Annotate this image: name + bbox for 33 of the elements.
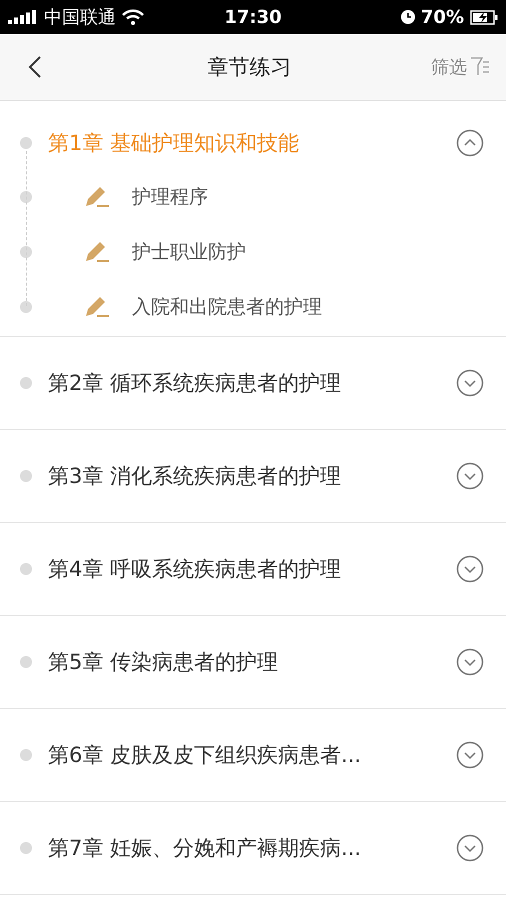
- chapter-title[interactable]: 第5章 传染病患者的护理: [48, 648, 456, 676]
- expand-button[interactable]: [456, 555, 484, 583]
- carrier-name: 中国联通: [44, 6, 116, 29]
- chapter-title[interactable]: 第2章 循环系统疾病患者的护理: [48, 369, 456, 397]
- bullet-dot: [20, 749, 32, 761]
- section-item[interactable]: 护士职业防护: [132, 238, 246, 264]
- section-item[interactable]: 入院和出院患者的护理: [132, 294, 322, 320]
- battery-icon: [470, 10, 498, 24]
- chapter-title[interactable]: 第6章 皮肤及皮下组织疾病患者...: [48, 741, 456, 769]
- bullet-dot: [20, 137, 32, 149]
- page-title: 章节练习: [206, 54, 292, 81]
- expand-button[interactable]: [456, 648, 484, 676]
- bullet-dot: [20, 842, 32, 854]
- status-time: 17:30: [224, 6, 282, 28]
- expand-button[interactable]: [456, 369, 484, 397]
- wifi-icon: [122, 9, 144, 25]
- filter-icon[interactable]: [470, 56, 490, 78]
- signal-icon: [8, 10, 38, 24]
- clock-icon: [400, 10, 415, 24]
- expand-button[interactable]: [456, 462, 484, 490]
- back-icon[interactable]: [28, 55, 42, 79]
- section-item[interactable]: 护理程序: [132, 184, 208, 210]
- bullet-dot: [20, 470, 32, 482]
- bullet-dot: [20, 656, 32, 668]
- expand-button[interactable]: [456, 741, 484, 769]
- collapse-button[interactable]: [456, 129, 484, 157]
- expand-button[interactable]: [456, 834, 484, 862]
- chapter-title[interactable]: 第7章 妊娠、分娩和产褥期疾病...: [48, 834, 456, 862]
- battery-percent: 70%: [420, 6, 464, 28]
- chapter-title[interactable]: 第3章 消化系统疾病患者的护理: [48, 462, 456, 490]
- chapter-title[interactable]: 第4章 呼吸系统疾病患者的护理: [48, 555, 456, 583]
- bullet-dot: [20, 377, 32, 389]
- bullet-dot: [20, 563, 32, 575]
